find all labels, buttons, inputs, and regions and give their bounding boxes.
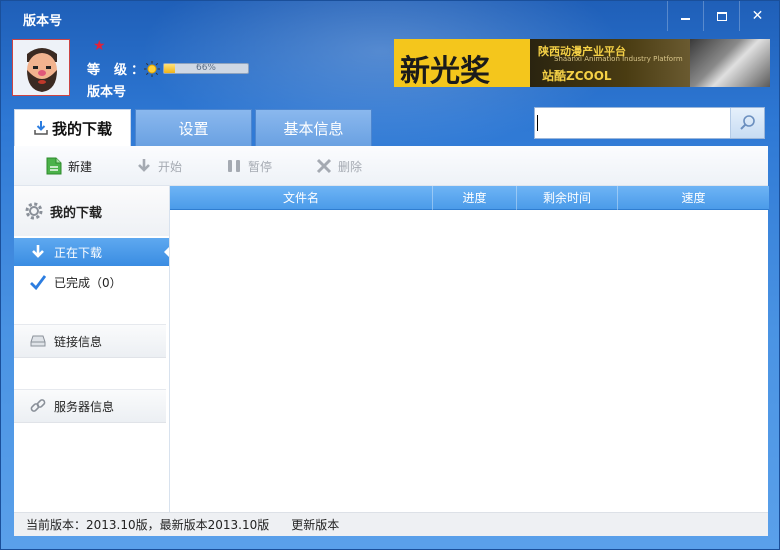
drive-icon bbox=[30, 335, 46, 347]
sidebar-header-label: 我的下载 bbox=[50, 205, 103, 221]
link-chain-icon bbox=[30, 399, 46, 412]
main-window: 版本号 ✕ ★ 等级 ： 66% 版本号 新光奖 陕西动漫产业平台 Shaanx… bbox=[0, 0, 780, 550]
sidebar: 我的下载 正在下载 已完成（0） 链接信息 服务器信息 bbox=[14, 186, 170, 512]
search-box[interactable] bbox=[534, 107, 765, 139]
arrow-down-icon bbox=[138, 159, 150, 172]
avatar-cartoon-man-icon bbox=[13, 40, 69, 95]
table-header: 文件名 进度 剩余时间 速度 bbox=[170, 186, 769, 210]
search-icon bbox=[739, 115, 755, 130]
close-icon: ✕ bbox=[751, 8, 764, 24]
delete-x-icon bbox=[316, 158, 332, 174]
avatar[interactable] bbox=[12, 39, 70, 96]
sun-icon bbox=[144, 61, 160, 77]
delete-button-label: 删除 bbox=[338, 159, 363, 174]
banner-photo bbox=[690, 39, 770, 87]
search-input[interactable] bbox=[541, 108, 727, 138]
sidebar-item-completed[interactable]: 已完成（0） bbox=[14, 268, 169, 296]
sidebar-section-link-info[interactable]: 链接信息 bbox=[14, 324, 166, 358]
sidebar-header: 我的下载 bbox=[14, 186, 169, 236]
delete-button[interactable]: 删除 bbox=[316, 156, 362, 176]
pause-button[interactable]: 暂停 bbox=[226, 156, 272, 176]
checkmark-icon bbox=[30, 275, 46, 290]
minimize-button[interactable] bbox=[667, 1, 703, 31]
status-bar: 当前版本：2013.10版，最新版本2013.10版 更新版本 bbox=[14, 512, 768, 536]
maximize-icon bbox=[716, 11, 727, 21]
download-panel: 新建 开始 暂停 删除 我的下载 正在下载 已完成（0） 链接信息 服务器信息 … bbox=[14, 146, 769, 536]
version-name: 版本号 bbox=[87, 85, 127, 100]
level-progress-text: 66% bbox=[195, 63, 216, 73]
arrow-down-icon bbox=[32, 245, 44, 258]
text-cursor bbox=[537, 115, 538, 131]
window-title: 版本号 bbox=[23, 14, 63, 29]
vip-star-icon: ★ bbox=[93, 38, 106, 54]
column-header-speed[interactable]: 速度 bbox=[618, 186, 769, 210]
column-header-progress[interactable]: 进度 bbox=[433, 186, 517, 210]
banner-partner-text: 站酷ZCOOL bbox=[542, 69, 612, 83]
new-file-icon bbox=[46, 157, 62, 175]
sidebar-item-label: 正在下载 bbox=[54, 245, 103, 260]
tab-basic-info-label: 基本信息 bbox=[283, 119, 344, 138]
download-table: 文件名 进度 剩余时间 速度 bbox=[169, 186, 769, 512]
ad-banner[interactable]: 新光奖 陕西动漫产业平台 Shaanxi Animation Industry … bbox=[394, 39, 770, 87]
download-tray-icon bbox=[34, 121, 48, 135]
sidebar-item-label: 已完成（0） bbox=[54, 275, 122, 290]
tab-my-downloads-label: 我的下载 bbox=[51, 119, 112, 138]
close-button[interactable]: ✕ bbox=[739, 1, 775, 31]
start-button-label: 开始 bbox=[158, 159, 183, 174]
version-status-text: 当前版本：2013.10版，最新版本2013.10版 bbox=[26, 518, 270, 532]
level-colon: ： bbox=[131, 63, 145, 78]
start-button[interactable]: 开始 bbox=[136, 156, 182, 176]
banner-brand-text: 新光奖 bbox=[400, 54, 490, 87]
title-bar[interactable]: 版本号 ✕ bbox=[1, 1, 779, 33]
sidebar-section-label: 服务器信息 bbox=[54, 399, 115, 414]
new-button[interactable]: 新建 bbox=[46, 156, 92, 176]
search-button[interactable] bbox=[730, 108, 764, 138]
sidebar-section-server-info[interactable]: 服务器信息 bbox=[14, 389, 166, 423]
maximize-button[interactable] bbox=[703, 1, 739, 31]
toolbar: 新建 开始 暂停 删除 bbox=[14, 146, 768, 186]
tab-basic-info[interactable]: 基本信息 bbox=[255, 109, 372, 146]
tab-my-downloads[interactable]: 我的下载 bbox=[14, 109, 131, 146]
tab-settings-label: 设置 bbox=[178, 119, 209, 138]
new-button-label: 新建 bbox=[68, 159, 93, 174]
gear-icon bbox=[25, 202, 43, 220]
update-version-link[interactable]: 更新版本 bbox=[291, 516, 339, 533]
level-progress-bar: 66% bbox=[163, 63, 249, 74]
sidebar-section-label: 链接信息 bbox=[54, 334, 103, 349]
column-header-filename[interactable]: 文件名 bbox=[170, 186, 433, 210]
minimize-icon bbox=[681, 18, 690, 20]
column-header-remaining-time[interactable]: 剩余时间 bbox=[517, 186, 618, 210]
sidebar-item-downloading[interactable]: 正在下载 bbox=[14, 238, 170, 266]
pause-button-label: 暂停 bbox=[248, 159, 273, 174]
tab-settings[interactable]: 设置 bbox=[135, 109, 252, 146]
banner-org-subtitle: Shaanxi Animation Industry Platform bbox=[554, 55, 683, 63]
pause-icon bbox=[228, 160, 240, 172]
